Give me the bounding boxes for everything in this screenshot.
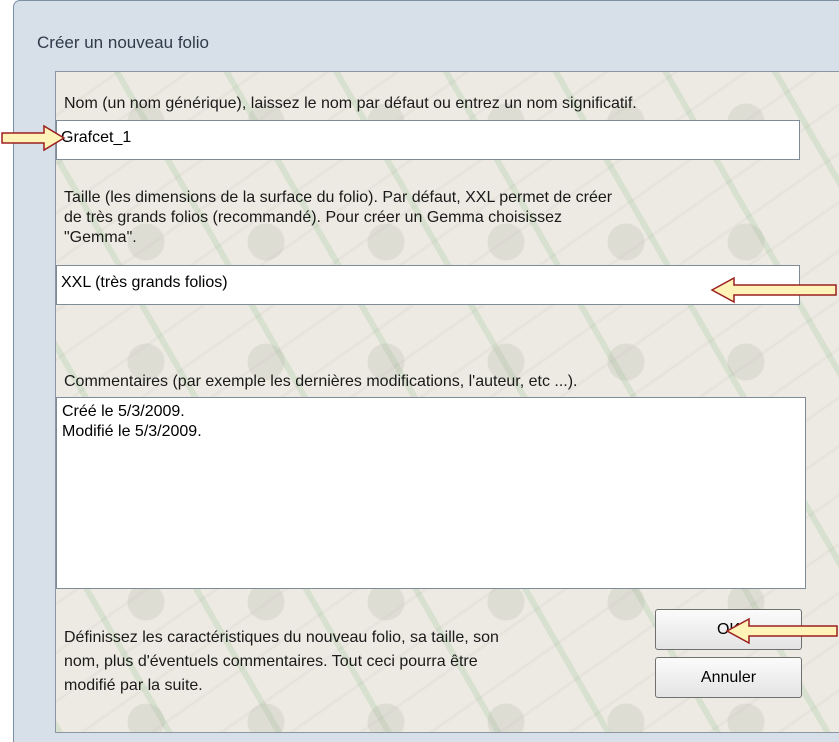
comments-textarea[interactable]: Créé le 5/3/2009. Modifié le 5/3/2009.	[56, 397, 806, 589]
name-label: Nom (un nom générique), laissez le nom p…	[64, 95, 637, 112]
arrow-right-icon	[1, 124, 66, 152]
arrow-left-icon	[710, 276, 837, 304]
help-text-line-2: nom, plus d'éventuels commentaires. Tout…	[64, 653, 478, 670]
size-select[interactable]: XXL (très grands folios)	[56, 265, 800, 305]
name-input[interactable]: Grafcet_1	[56, 120, 800, 160]
size-label-line-1: Taille (les dimensions de la surface du …	[64, 189, 613, 206]
cancel-button[interactable]: Annuler	[655, 657, 802, 698]
comments-line: Créé le 5/3/2009.	[62, 403, 185, 420]
help-text-line-3: modifié par la suite.	[64, 677, 203, 694]
dialog-title: Créer un nouveau folio	[37, 33, 210, 52]
help-text-line-1: Définissez les caractéristiques du nouve…	[64, 629, 499, 646]
arrow-left-icon	[725, 617, 838, 645]
size-label-line-3: "Gemma".	[64, 229, 137, 246]
comments-line: Modifié le 5/3/2009.	[62, 423, 202, 440]
comments-label: Commentaires (par exemple les dernières …	[64, 373, 578, 390]
size-label-line-2: de très grands folios (recommandé). Pour…	[64, 209, 562, 226]
